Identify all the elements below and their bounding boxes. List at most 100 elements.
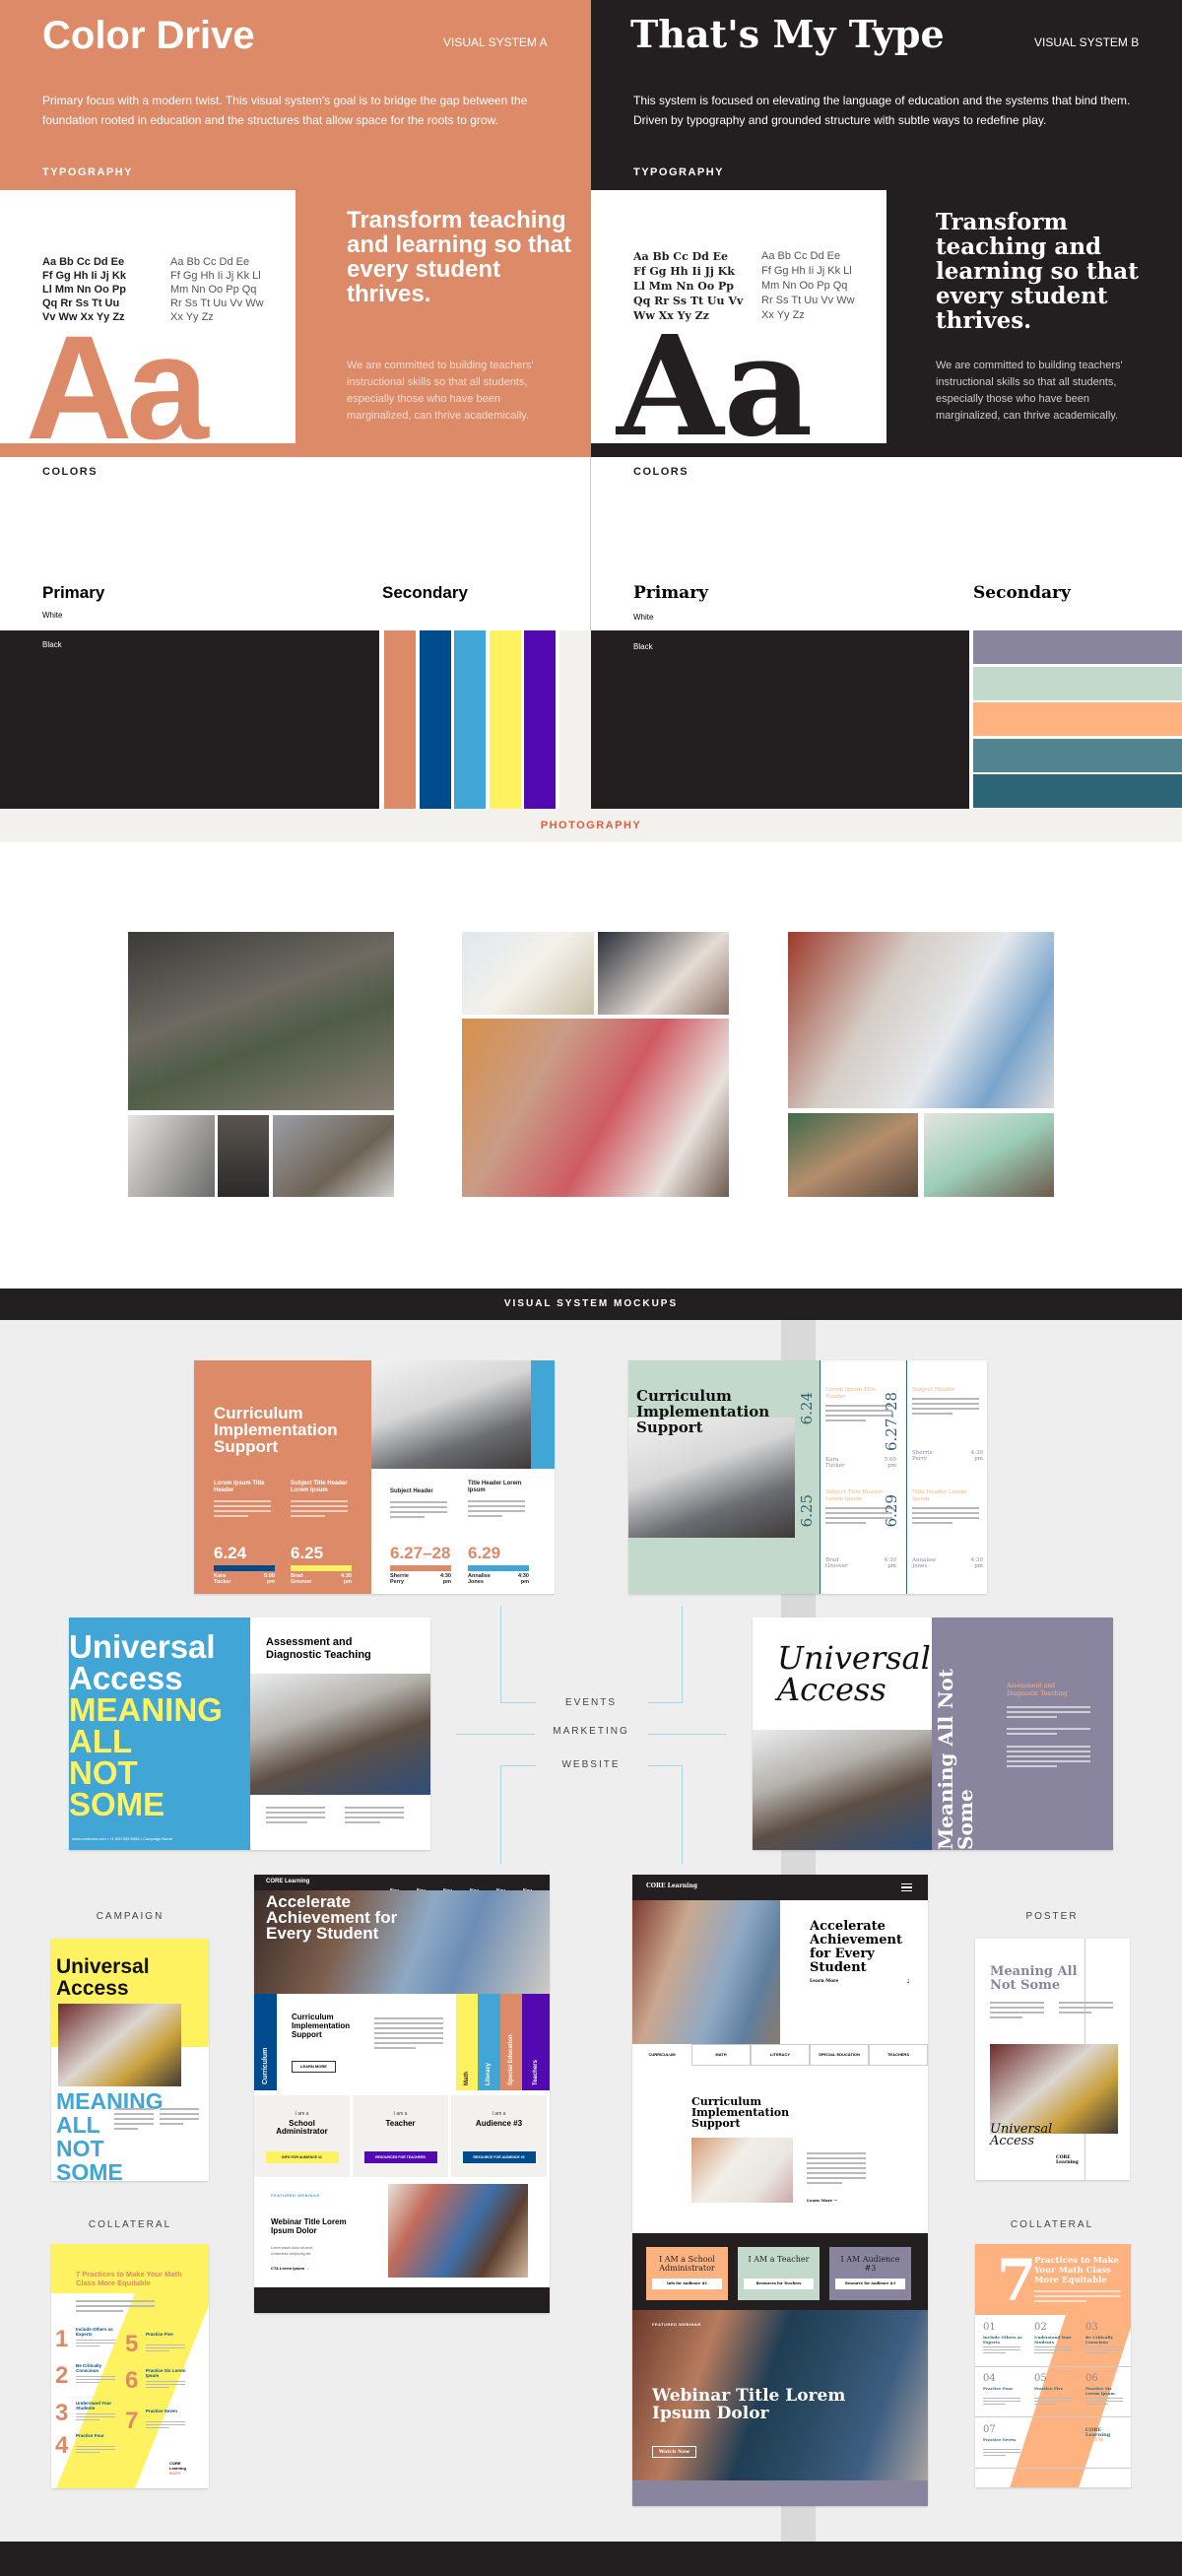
brand[interactable]: CORE Learning xyxy=(646,1882,697,1889)
mockups-header: VISUAL SYSTEM MOCKUPS xyxy=(0,1288,1182,1320)
session: Lorem Ipsum Title Header xyxy=(214,1481,275,1520)
photo-video-call xyxy=(598,932,729,1015)
session-speaker: Annalise Jones xyxy=(468,1573,491,1585)
session-time: 4:30 pm xyxy=(340,1573,352,1585)
mockups-label: VISUAL SYSTEM MOCKUPS xyxy=(503,1298,679,1309)
colors-label-a: COLORS xyxy=(42,466,98,478)
collateral-title: Practices to Make Your Math Class More E… xyxy=(1034,2256,1119,2285)
system-b-header: That's My Type VISUAL SYSTEM B This syst… xyxy=(591,0,1182,190)
website-b: CORE Learning Accelerate Achievement for… xyxy=(632,1875,928,2506)
system-a-tag: VISUAL SYSTEM A xyxy=(443,35,548,49)
side-tab-curriculum[interactable]: Curriculum xyxy=(254,1994,277,2090)
label-events: EVENTS xyxy=(564,1697,618,1708)
card-button[interactable]: Info for Audience #1 xyxy=(652,2279,722,2289)
watch-now-button[interactable]: Watch Now xyxy=(652,2446,696,2458)
card-title: I AM a School Administrator xyxy=(659,2255,715,2273)
black-label: Black xyxy=(42,640,62,649)
hamburger-menu-icon[interactable] xyxy=(901,1883,912,1891)
site-footer xyxy=(632,2480,928,2506)
category-tab[interactable]: SPECIAL EDUCATION xyxy=(810,2044,869,2066)
practice-title: Practice Four xyxy=(76,2433,104,2438)
poster: Meaning All Not Some Universal Access CO… xyxy=(975,1939,1130,2180)
category-tab[interactable]: MATH xyxy=(691,2044,751,2066)
category-tab[interactable]: CURRICULUM xyxy=(632,2044,691,2066)
flyer-subtitle: Assessment and Diagnostic Teaching xyxy=(266,1636,371,1661)
system-b-tag: VISUAL SYSTEM B xyxy=(1034,35,1140,49)
webinar-eyebrow: FEATURED WEBINAR xyxy=(652,2322,701,2327)
webinar-body: Lorem ipsum dolor sit amet, consectetur … xyxy=(271,2246,314,2256)
session-time: 4:30 pm xyxy=(517,1573,529,1585)
photo-teacher-circle xyxy=(924,1113,1054,1197)
black-label: Black xyxy=(633,642,653,651)
session-speaker: Brad Groover xyxy=(291,1573,312,1585)
practice-title: Understand Your Students xyxy=(76,2401,112,2411)
webinar-cta[interactable]: CTA Lorem Ipsum → xyxy=(271,2266,309,2271)
headline-line: SOME xyxy=(69,1786,165,1822)
hero-learn-more[interactable]: Learn More xyxy=(810,1979,838,1984)
practice-number: 03 xyxy=(1085,2322,1098,2333)
card-button[interactable]: INFO FOR AUDIENCE #1 xyxy=(265,2151,339,2163)
audience-card: I AM a School Administrator Info for Aud… xyxy=(646,2247,728,2300)
category-tab[interactable]: TEACHERS xyxy=(869,2044,928,2066)
brand[interactable]: CORE Learning xyxy=(266,1879,309,1884)
poster-title: Meaning All Not Some xyxy=(990,1964,1078,1993)
brochure-photo xyxy=(371,1360,531,1469)
arrow-down-icon[interactable]: ↓ xyxy=(906,1977,910,1985)
card-pre: I am a xyxy=(393,2111,408,2117)
site-footer xyxy=(254,2287,550,2313)
collateral-b: 7 Practices to Make Your Math Class More… xyxy=(975,2244,1131,2487)
section-photo xyxy=(691,2138,793,2203)
learn-more-button[interactable]: LEARN MORE xyxy=(292,2061,336,2073)
collateral-title: 7 Practices to Make Your Math Class More… xyxy=(76,2270,182,2287)
practice-title: Practice Five xyxy=(1034,2386,1064,2391)
secondary-swatch xyxy=(384,630,416,809)
section-title: Curriculum Implementation Support xyxy=(691,2095,790,2130)
card-button[interactable]: Resource for Audience #3 xyxy=(835,2279,905,2289)
hero-title: Accelerate Achievement for Every Student xyxy=(810,1919,902,1975)
headline-specimen: Transform teaching and learning so that … xyxy=(347,207,572,307)
secondary-swatch xyxy=(973,666,1182,700)
session: Title Header Lorem Ipsum Annalise Jones … xyxy=(912,1489,983,1569)
colors-label-b: COLORS xyxy=(633,466,690,478)
category-tab[interactable]: Literacy xyxy=(478,1994,500,2090)
session-time: 5:00 pm xyxy=(884,1457,896,1469)
session-header: Subject Header xyxy=(390,1488,433,1494)
practice-number: 4 xyxy=(55,2432,69,2459)
session-speaker: Kara Tucker xyxy=(214,1573,231,1585)
poster-photo xyxy=(990,2044,1118,2134)
card-button[interactable]: RESOURCE FOR AUDIENCE #3 xyxy=(462,2151,536,2163)
section-learn-more[interactable]: Learn More → xyxy=(807,2198,837,2203)
section-title: Curriculum Implementation Support xyxy=(292,2013,351,2039)
typography-a: Aa Bb Cc Dd Ee Ff Gg Hh Ii Jj Kk Ll Mm N… xyxy=(0,190,591,457)
practice-title: Be Critically Conscious xyxy=(76,2363,102,2373)
typography-b: Aa Bb Cc Dd Ee Ff Gg Hh Ii Jj Kk Ll Mm N… xyxy=(591,190,1182,457)
session-date: 6.27–28 xyxy=(390,1544,451,1562)
photo-suits xyxy=(218,1115,269,1197)
practice-title: Practice Five xyxy=(146,2332,173,2337)
system-a-description: Primary focus with a modern twist. This … xyxy=(42,94,528,127)
photography-band: PHOTOGRAPHY xyxy=(0,809,1182,842)
secondary-swatch xyxy=(419,630,451,809)
webinar-photo xyxy=(388,2184,528,2278)
session-speaker: Annalise Jones xyxy=(912,1557,936,1569)
label-campaign: CAMPAIGN xyxy=(96,1911,164,1922)
category-tab[interactable]: Math xyxy=(456,1994,478,2090)
session-time: 4:30 pm xyxy=(970,1557,983,1569)
poster-brand: CORE Learning xyxy=(1056,2155,1079,2165)
collateral-brand: CORE Learning MATH xyxy=(1085,2428,1115,2443)
category-tab[interactable]: LITERACY xyxy=(751,2044,810,2066)
card-button[interactable]: Resources for Teachers xyxy=(744,2279,814,2289)
session: Title Header Lorem Ipsum xyxy=(468,1481,529,1520)
flyer-vertical-title: Meaning All Not Some xyxy=(934,1669,977,1850)
practice-title: Include Others as Experts xyxy=(76,2327,113,2337)
category-tab[interactable]: Teachers xyxy=(522,1994,550,2090)
session-time: 4:30 pm xyxy=(439,1573,451,1585)
photo-conference xyxy=(273,1115,394,1197)
card-button[interactable]: RESOURCES FOR TEACHERS xyxy=(363,2151,437,2163)
headline-line: MEANING xyxy=(69,1691,223,1728)
category-tab[interactable]: Special Education xyxy=(500,1994,522,2090)
card-title: Audience #3 xyxy=(475,2119,523,2128)
audience-card: I AM Audience #3 Resource for Audience #… xyxy=(829,2247,911,2300)
photo-presenter xyxy=(128,1115,215,1197)
flyer-b: Universal Access Meaning All Not Some As… xyxy=(753,1618,1113,1850)
